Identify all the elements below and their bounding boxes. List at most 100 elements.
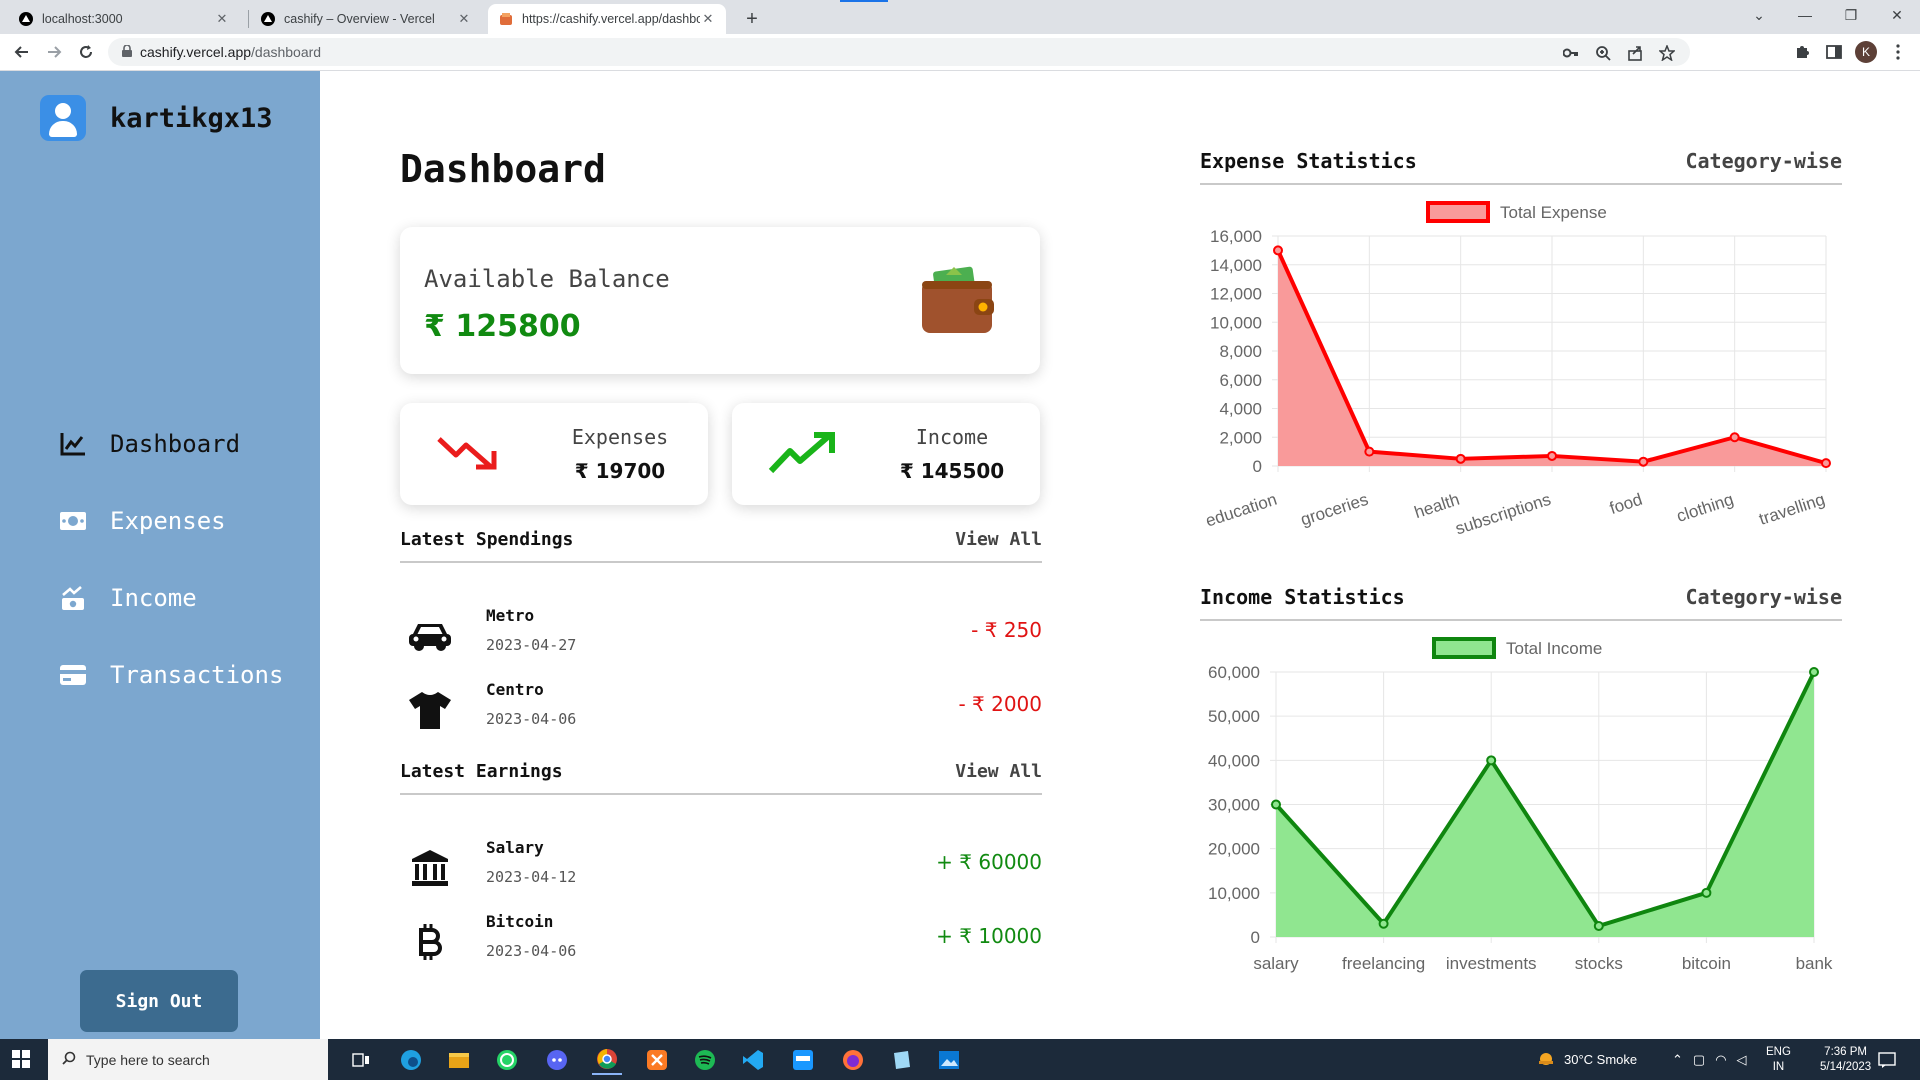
windows-start-icon[interactable] [12, 1050, 30, 1072]
list-item[interactable]: Bitcoin 2023-04-06 + ₹ 10000 [400, 908, 1042, 974]
x-tick-label: clothing [1674, 490, 1736, 526]
latest-earnings-header: Latest Earnings View All [400, 755, 1042, 795]
lock-icon[interactable] [122, 44, 132, 60]
notepad-icon[interactable] [886, 1045, 916, 1075]
key-icon[interactable] [1562, 44, 1580, 62]
chart-line-icon [58, 429, 88, 459]
search-placeholder: Type here to search [86, 1051, 210, 1068]
weather-widget[interactable]: 30°C Smoke [1536, 1039, 1637, 1080]
close-icon[interactable]: ✕ [214, 11, 230, 27]
bitcoin-icon [406, 918, 454, 966]
profile-initial: K [1855, 41, 1877, 63]
page-title: Dashboard [400, 147, 606, 191]
y-tick-label: 14,000 [1210, 256, 1262, 275]
taskbar-search-box[interactable]: Type here to search [48, 1039, 328, 1080]
close-icon[interactable]: ✕ [700, 11, 716, 27]
reload-icon[interactable] [74, 40, 98, 64]
item-name: Bitcoin [486, 912, 554, 931]
section-title: Latest Earnings [400, 761, 563, 782]
data-point [1729, 432, 1740, 443]
list-item[interactable]: Salary 2023-04-12 + ₹ 60000 [400, 834, 1042, 900]
minimize-button[interactable]: — [1782, 0, 1828, 30]
photos-icon[interactable] [934, 1045, 964, 1075]
url-host: cashify.vercel.app [140, 44, 252, 60]
data-point [1821, 458, 1831, 469]
list-item[interactable]: Centro 2023-04-06 - ₹ 2000 [400, 676, 1042, 742]
money-growth-icon [58, 583, 88, 613]
spotify-icon[interactable] [690, 1045, 720, 1075]
sidebar-item-transactions[interactable]: Transactions [58, 636, 283, 713]
tab-cashify-dashboard[interactable]: https://cashify.vercel.app/dashbo ✕ [488, 4, 726, 34]
credit-card-icon [58, 660, 88, 690]
tab-vercel-overview[interactable]: cashify – Overview - Vercel ✕ [250, 4, 482, 34]
tab-localhost[interactable]: localhost:3000 ✕ [8, 4, 240, 34]
forward-arrow-icon[interactable] [42, 40, 66, 64]
y-tick-label: 10,000 [1210, 313, 1262, 332]
sidebar-item-income[interactable]: Income [58, 559, 283, 636]
extensions-puzzle-icon[interactable] [1790, 40, 1814, 64]
whatsapp-icon[interactable] [492, 1045, 522, 1075]
firefox-icon[interactable] [838, 1045, 868, 1075]
chevron-up-icon[interactable]: ⌃ [1672, 1052, 1683, 1068]
prime-video-icon[interactable] [788, 1045, 818, 1075]
system-tray-icons: ⌃ ▢ ◠ ◁ [1672, 1039, 1747, 1080]
item-date: 2023-04-06 [486, 710, 577, 728]
data-point [1378, 918, 1389, 929]
vscode-icon[interactable] [738, 1045, 768, 1075]
x-tick-label: salary [1253, 954, 1299, 973]
sidebar-item-label: Expenses [110, 506, 226, 535]
tab-title: cashify – Overview - Vercel [284, 12, 435, 26]
new-tab-button[interactable]: + [738, 5, 766, 33]
y-tick-label: 60,000 [1208, 663, 1260, 682]
wifi-icon[interactable]: ◠ [1715, 1052, 1726, 1068]
income-summary-card: Income ₹ 145500 [732, 403, 1040, 505]
side-panel-icon[interactable] [1822, 40, 1846, 64]
share-icon[interactable] [1626, 44, 1644, 62]
xampp-icon[interactable] [642, 1045, 672, 1075]
legend-swatch [1426, 201, 1490, 223]
url-path: /dashboard [251, 44, 322, 60]
x-tick-label: investments [1446, 954, 1537, 973]
wallet-icon [920, 265, 996, 339]
sidebar-item-label: Dashboard [110, 429, 241, 458]
meet-now-icon[interactable]: ▢ [1693, 1052, 1705, 1068]
y-tick-label: 30,000 [1208, 796, 1260, 815]
edge-browser-icon[interactable] [396, 1045, 426, 1075]
income-chart: 0 10,000 20,000 30,000 40,000 50,000 60,000 sal… [1208, 637, 1833, 973]
chrome-icon[interactable] [592, 1045, 622, 1075]
close-icon[interactable]: ✕ [456, 11, 472, 27]
discord-icon[interactable] [542, 1045, 572, 1075]
zoom-icon[interactable] [1594, 44, 1612, 62]
notifications-icon[interactable] [1878, 1039, 1896, 1080]
clock-time: 7:36 PM [1824, 1045, 1867, 1058]
balance-card: Available Balance ₹ 125800 [400, 227, 1040, 374]
y-tick-label: 2,000 [1219, 428, 1262, 447]
chart-subtitle: Category-wise [1685, 149, 1842, 173]
tab-search-chevron-icon[interactable]: ⌄ [1736, 0, 1782, 30]
income-statistics-header: Income Statistics Category-wise [1200, 581, 1842, 621]
clock[interactable]: 7:36 PM 5/14/2023 [1820, 1039, 1871, 1080]
view-all-earnings-link[interactable]: View All [955, 761, 1042, 782]
expense-chart: 0 2,000 4,000 6,000 8,000 10,000 12,000 14,000 1… [1203, 201, 1831, 538]
y-tick-label: 20,000 [1208, 840, 1260, 859]
browser-toolbar: cashify.vercel.app/dashboard K [0, 34, 1920, 71]
item-name: Metro [486, 606, 535, 625]
user-profile: kartikgx13 [40, 95, 273, 141]
sign-out-button[interactable]: Sign Out [80, 970, 238, 1032]
language-indicator[interactable]: ENG IN [1766, 1039, 1791, 1080]
sidebar-item-expenses[interactable]: Expenses [58, 482, 283, 559]
restore-button[interactable]: ❐ [1828, 0, 1874, 30]
view-all-spendings-link[interactable]: View All [955, 529, 1042, 550]
browser-menu-icon[interactable] [1886, 40, 1910, 64]
list-item[interactable]: Metro 2023-04-27 - ₹ 250 [400, 602, 1042, 668]
address-bar[interactable]: cashify.vercel.app/dashboard [108, 38, 1690, 66]
bookmark-star-icon[interactable] [1658, 44, 1676, 62]
volume-icon[interactable]: ◁ [1737, 1052, 1747, 1068]
y-tick-label: 40,000 [1208, 751, 1260, 770]
close-window-button[interactable]: ✕ [1874, 0, 1920, 30]
back-arrow-icon[interactable] [10, 40, 34, 64]
profile-avatar[interactable]: K [1854, 40, 1878, 64]
task-view-icon[interactable] [346, 1045, 376, 1075]
sidebar-item-dashboard[interactable]: Dashboard [58, 405, 283, 482]
file-explorer-icon[interactable] [444, 1045, 474, 1075]
